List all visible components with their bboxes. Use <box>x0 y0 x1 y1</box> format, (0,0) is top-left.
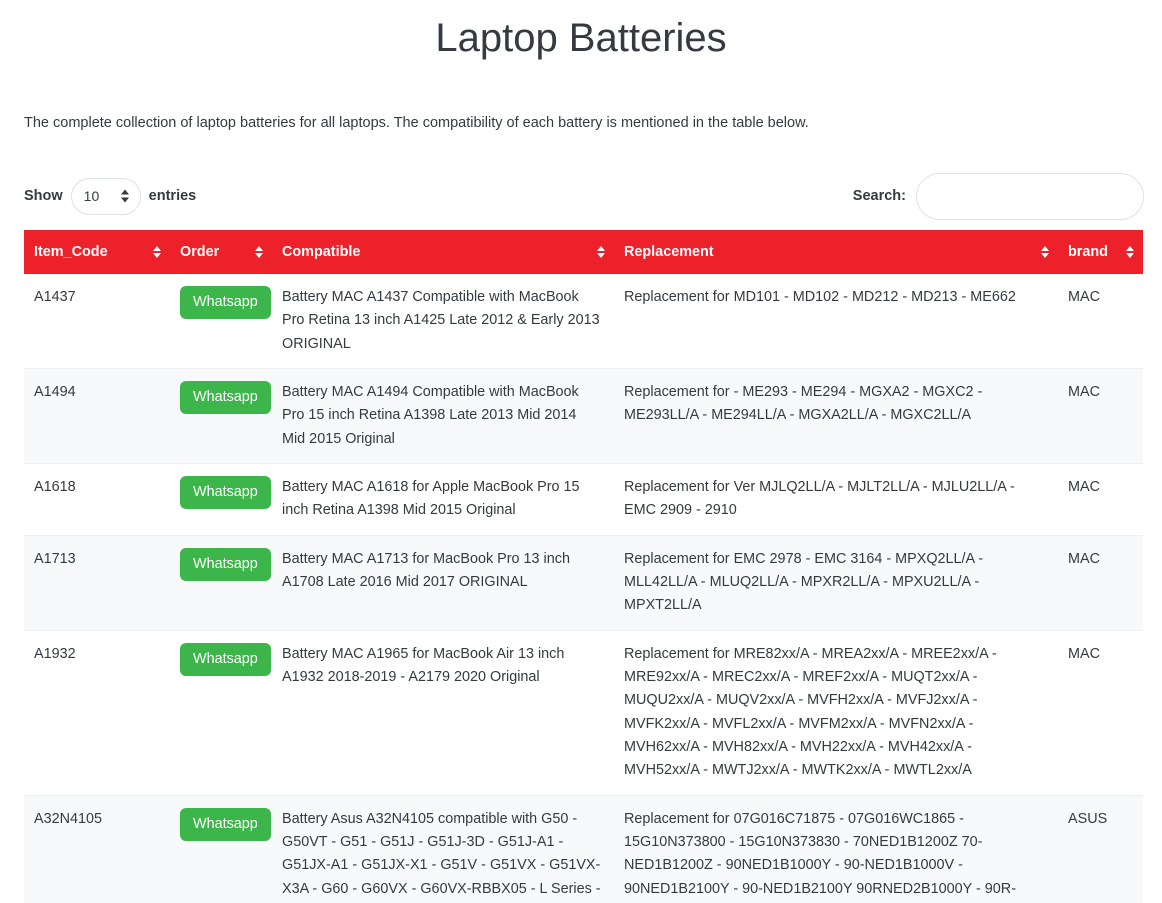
table-scroll-container[interactable]: Item_Code Order Compatible Replacement b… <box>24 230 1162 903</box>
table-row: A1713 Whatsapp Battery MAC A1713 for MacBo… <box>24 534 1143 631</box>
intro-paragraph: The complete collection of laptop batter… <box>24 115 809 131</box>
cell-order: Whatsapp <box>170 629 272 796</box>
batteries-table: Item_Code Order Compatible Replacement b… <box>24 230 1143 903</box>
cell-brand: ASUS <box>1058 794 1143 903</box>
table-row: A1494 Whatsapp Battery MAC A1494 Compatibl… <box>24 367 1143 464</box>
cell-order: Whatsapp <box>170 462 272 536</box>
whatsapp-order-button[interactable]: Whatsapp <box>180 380 271 415</box>
whatsapp-order-button[interactable]: Whatsapp <box>180 547 271 581</box>
table-row: A1618 Whatsapp Battery MAC A1618 for Apple… <box>24 462 1143 536</box>
cell-item-code: A1713 <box>24 534 170 631</box>
table-head: Item_Code Order Compatible Replacement b… <box>24 230 1143 274</box>
search-input[interactable] <box>916 172 1144 220</box>
cell-order: Whatsapp <box>170 534 272 631</box>
cell-compatible: Battery MAC A1618 for Apple MacBook Pro … <box>272 462 614 536</box>
entries-label: entries <box>148 188 197 204</box>
cell-item-code: A1618 <box>24 462 170 536</box>
cell-replacement: Replacement for MRE82xx/A - MREA2xx/A - … <box>614 629 1058 796</box>
sort-icon <box>597 246 605 258</box>
table-row: A1437 Whatsapp Battery MAC A1437 Compatibl… <box>24 274 1143 369</box>
sort-icon <box>1126 246 1134 258</box>
table-controls: Show 10 entries Search: <box>24 172 1144 220</box>
page-root: Laptop Batteries The complete collection… <box>0 0 1162 903</box>
cell-item-code: A1437 <box>34 289 76 305</box>
column-header-compatible[interactable]: Compatible <box>272 230 614 274</box>
sort-icon <box>153 246 161 258</box>
page-length-select[interactable]: 10 <box>70 177 141 215</box>
chevron-updown-icon <box>120 189 129 203</box>
cell-compatible: Battery MAC A1437 Compatible with MacBoo… <box>282 289 600 352</box>
cell-brand: MAC <box>1058 629 1143 796</box>
cell-brand: MAC <box>1058 462 1143 536</box>
column-header-brand[interactable]: brand <box>1058 230 1143 274</box>
cell-replacement: Replacement for 07G016C71875 - 07G016WC1… <box>614 794 1058 903</box>
column-header-replacement-label: Replacement <box>624 244 714 260</box>
cell-brand: MAC <box>1068 289 1100 305</box>
column-header-order[interactable]: Order <box>170 230 272 274</box>
table-row: A1932 Whatsapp Battery MAC A1965 for MacBo… <box>24 629 1143 796</box>
cell-replacement: Replacement for Ver MJLQ2LL/A - MJLT2LL/… <box>614 462 1058 536</box>
table-body: A1437 Whatsapp Battery MAC A1437 Compatibl… <box>24 274 1143 903</box>
show-label: Show <box>24 188 63 204</box>
cell-compatible: Battery MAC A1494 Compatible with MacBoo… <box>272 367 614 464</box>
search-control: Search: <box>852 172 1144 220</box>
whatsapp-order-button[interactable]: Whatsapp <box>180 642 271 676</box>
cell-compatible: Battery MAC A1713 for MacBook Pro 13 inc… <box>272 534 614 631</box>
column-header-compatible-label: Compatible <box>282 244 361 260</box>
column-header-item-code-label: Item_Code <box>34 244 108 260</box>
page-length-value: 10 <box>83 188 100 204</box>
search-label: Search: <box>852 188 906 204</box>
cell-order: Whatsapp <box>170 794 272 903</box>
whatsapp-order-button[interactable]: Whatsapp <box>180 807 271 841</box>
cell-item-code: A1494 <box>24 367 170 464</box>
cell-replacement: Replacement for MD101 - MD102 - MD212 - … <box>624 289 1016 305</box>
column-header-item-code[interactable]: Item_Code <box>24 230 170 274</box>
cell-compatible: Battery MAC A1965 for MacBook Air 13 inc… <box>272 629 614 796</box>
table-header-row: Item_Code Order Compatible Replacement b… <box>24 230 1143 274</box>
cell-replacement: Replacement for - ME293 - ME294 - MGXA2 … <box>614 367 1058 464</box>
sort-icon <box>255 246 263 258</box>
cell-item-code: A32N4105 <box>24 794 170 903</box>
page-length-control: Show 10 entries <box>24 177 197 215</box>
cell-order: Whatsapp <box>170 274 272 368</box>
cell-item-code: A1932 <box>24 629 170 796</box>
column-header-replacement[interactable]: Replacement <box>614 230 1058 274</box>
sort-icon <box>1041 246 1049 258</box>
cell-brand: MAC <box>1058 367 1143 464</box>
column-header-brand-label: brand <box>1068 244 1108 260</box>
whatsapp-order-button[interactable]: Whatsapp <box>180 475 271 510</box>
cell-replacement: Replacement for EMC 2978 - EMC 3164 - MP… <box>614 534 1058 631</box>
column-header-order-label: Order <box>180 244 220 260</box>
page-title: Laptop Batteries <box>435 16 727 60</box>
whatsapp-order-button[interactable]: Whatsapp <box>180 286 271 320</box>
table-row: A32N4105 Whatsapp Battery Asus A32N4105 co… <box>24 794 1143 903</box>
cell-order: Whatsapp <box>170 367 272 464</box>
cell-brand: MAC <box>1058 534 1143 631</box>
cell-compatible: Battery Asus A32N4105 compatible with G5… <box>272 794 614 903</box>
